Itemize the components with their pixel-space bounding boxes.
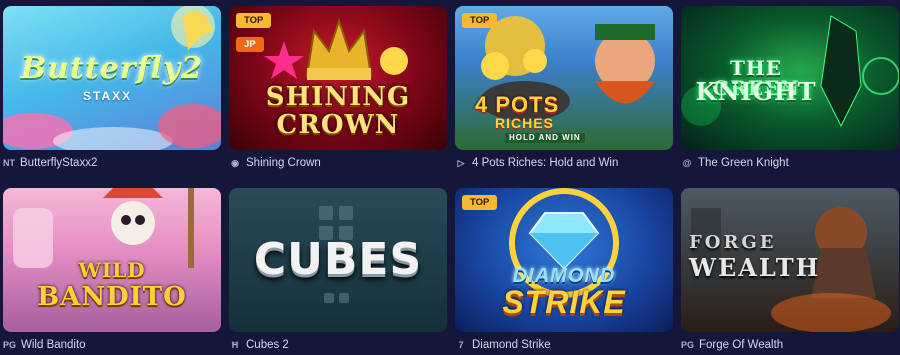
game-card-forge-of-wealth[interactable]: FORGE WEALTH PG Forge Of Wealth bbox=[681, 188, 899, 355]
provider-icon: PG bbox=[681, 340, 695, 350]
game-caption[interactable]: Ħ Cubes 2 bbox=[229, 335, 447, 355]
game-caption[interactable]: @ The Green Knight bbox=[681, 153, 899, 173]
game-title: 4 Pots Riches: Hold and Win bbox=[472, 157, 619, 169]
game-caption[interactable]: PG Wild Bandito bbox=[3, 335, 221, 355]
game-art-title: SHINING bbox=[265, 82, 411, 112]
game-caption[interactable]: PG Forge Of Wealth bbox=[681, 335, 899, 355]
game-art-subtitle: RICHES bbox=[495, 115, 554, 131]
game-title: The Green Knight bbox=[698, 157, 789, 169]
game-caption[interactable]: ◉ Shining Crown bbox=[229, 153, 447, 173]
game-art-subtitle: CROWN bbox=[276, 110, 400, 140]
game-art-subtitle: STAXX bbox=[83, 89, 133, 103]
game-card-butterflystaxx2[interactable]: Butterfly2 STAXX NT ButterflyStaxx2 bbox=[3, 6, 221, 173]
game-thumbnail[interactable]: Butterfly2 STAXX bbox=[3, 6, 221, 150]
game-card-diamond-strike[interactable]: TOP DIAMOND STRIKE 7 Diamond Strike bbox=[455, 188, 673, 355]
game-card-cubes-2[interactable]: CUBES Ħ Cubes 2 bbox=[229, 188, 447, 355]
game-art-subtitle: STRIKE bbox=[502, 284, 626, 320]
game-card-the-green-knight[interactable]: THE GREEN KNIGHT @ The Green Knight bbox=[681, 6, 899, 173]
game-caption[interactable]: ▷ 4 Pots Riches: Hold and Win bbox=[455, 153, 673, 173]
provider-icon: 7 bbox=[458, 340, 464, 350]
game-thumbnail[interactable]: TOP JP SHINING CROWN bbox=[229, 6, 447, 150]
provider-icon: PG bbox=[3, 340, 17, 350]
game-title: ButterflyStaxx2 bbox=[20, 157, 98, 169]
game-thumbnail[interactable]: THE GREEN KNIGHT bbox=[681, 6, 899, 150]
game-art-title: DIAMOND bbox=[512, 265, 616, 287]
game-grid: Butterfly2 STAXX NT ButterflyStaxx2 TOP … bbox=[0, 0, 900, 353]
game-card-4-pots-riches[interactable]: TOP 4 POTS RICHES HOLD AND WIN ▷ 4 Pots … bbox=[455, 6, 673, 173]
game-title: Diamond Strike bbox=[472, 339, 551, 351]
top-badge: TOP bbox=[462, 195, 498, 210]
game-thumbnail[interactable]: CUBES bbox=[229, 188, 447, 332]
game-art-subtitle: BANDITO bbox=[37, 282, 187, 312]
game-art-title: 4 POTS bbox=[475, 92, 560, 117]
game-title: Wild Bandito bbox=[21, 339, 86, 351]
at-icon: @ bbox=[682, 158, 692, 168]
jackpot-badge: JP bbox=[236, 37, 264, 52]
game-card-wild-bandito[interactable]: WILD BANDITO PG Wild Bandito bbox=[3, 188, 221, 355]
top-badge: TOP bbox=[462, 13, 498, 28]
game-thumbnail[interactable]: TOP DIAMOND STRIKE bbox=[455, 188, 673, 332]
game-thumbnail[interactable]: FORGE WEALTH bbox=[681, 188, 899, 332]
provider-icon: NT bbox=[3, 158, 15, 168]
game-thumbnail[interactable]: WILD BANDITO bbox=[3, 188, 221, 332]
play-triangle-icon: ▷ bbox=[457, 157, 465, 168]
game-thumbnail[interactable]: TOP 4 POTS RICHES HOLD AND WIN bbox=[455, 6, 673, 150]
game-title: Forge Of Wealth bbox=[699, 339, 784, 351]
game-caption[interactable]: 7 Diamond Strike bbox=[455, 335, 673, 355]
game-caption[interactable]: NT ButterflyStaxx2 bbox=[3, 153, 221, 173]
game-title: Shining Crown bbox=[246, 157, 321, 169]
eye-icon: ◉ bbox=[231, 157, 239, 168]
game-art-title: FORGE bbox=[689, 232, 777, 253]
game-art-title: Butterfly2 bbox=[20, 51, 204, 86]
game-title: Cubes 2 bbox=[246, 339, 289, 351]
game-art-title: CUBES bbox=[253, 234, 423, 285]
game-art-subtitle: KNIGHT bbox=[695, 77, 817, 106]
h-icon: Ħ bbox=[231, 340, 239, 350]
game-art-subtitle: WEALTH bbox=[689, 253, 821, 282]
game-art-title: WILD bbox=[78, 258, 146, 282]
game-card-shining-crown[interactable]: TOP JP SHINING CROWN ◉ Shining Crown bbox=[229, 6, 447, 173]
game-art-tagline: HOLD AND WIN bbox=[505, 133, 585, 143]
top-badge: TOP bbox=[236, 13, 272, 28]
